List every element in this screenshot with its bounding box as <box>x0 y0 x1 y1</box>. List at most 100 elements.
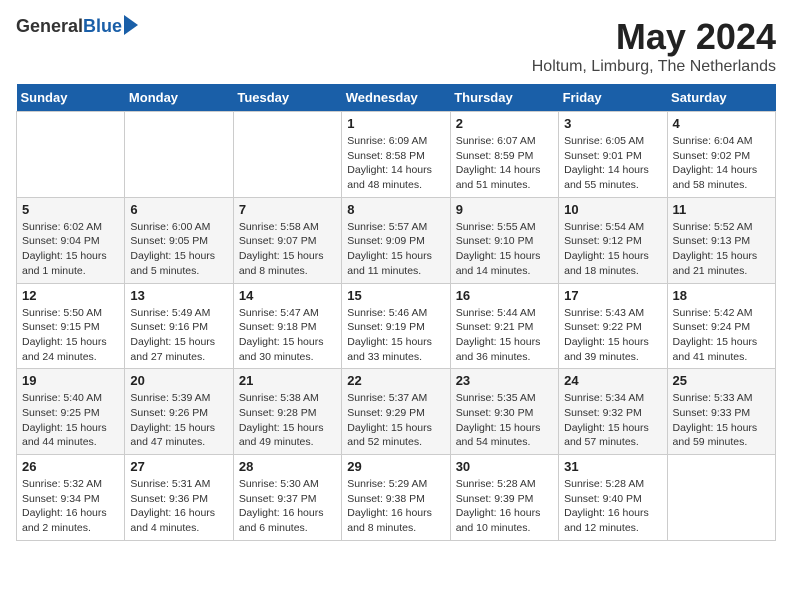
calendar-cell: 26 Sunrise: 5:32 AM Sunset: 9:34 PM Dayli… <box>17 455 125 541</box>
day-info: Sunrise: 6:00 AM Sunset: 9:05 PM Dayligh… <box>130 220 227 279</box>
calendar-cell: 18Sunrise: 5:42 AM Sunset: 9:24 PM Dayli… <box>667 283 775 369</box>
calendar-cell: 3 Sunrise: 6:05 AM Sunset: 9:01 PM Daylig… <box>559 112 667 198</box>
calendar-cell: 12Sunrise: 5:50 AM Sunset: 9:15 PM Dayli… <box>17 283 125 369</box>
calendar-week-1: 1 Sunrise: 6:09 AM Sunset: 8:58 PM Daylig… <box>17 112 776 198</box>
day-number: 1 <box>347 116 444 131</box>
day-info: Sunrise: 6:05 AM Sunset: 9:01 PM Dayligh… <box>564 134 661 193</box>
day-number: 9 <box>456 202 553 217</box>
day-number: 11 <box>673 202 770 217</box>
calendar-cell: 23 Sunrise: 5:35 AM Sunset: 9:30 PM Dayli… <box>450 369 558 455</box>
day-info: Sunrise: 5:40 AM Sunset: 9:25 PM Dayligh… <box>22 391 119 450</box>
calendar-header-sunday: Sunday <box>17 84 125 112</box>
calendar-cell <box>125 112 233 198</box>
day-info: Sunrise: 5:42 AM Sunset: 9:24 PM Dayligh… <box>673 306 770 365</box>
day-info: Sunrise: 5:32 AM Sunset: 9:34 PM Dayligh… <box>22 477 119 536</box>
calendar-cell: 17 Sunrise: 5:43 AM Sunset: 9:22 PM Dayli… <box>559 283 667 369</box>
day-number: 31 <box>564 459 661 474</box>
day-info: Sunrise: 5:50 AM Sunset: 9:15 PM Dayligh… <box>22 306 119 365</box>
month-year-title: May 2024 <box>532 16 776 58</box>
calendar-cell: 31 Sunrise: 5:28 AM Sunset: 9:40 PM Dayli… <box>559 455 667 541</box>
day-number: 25 <box>673 373 770 388</box>
calendar-cell: 6Sunrise: 6:00 AM Sunset: 9:05 PM Daylig… <box>125 197 233 283</box>
day-info: Sunrise: 5:35 AM Sunset: 9:30 PM Dayligh… <box>456 391 553 450</box>
calendar-cell: 30 Sunrise: 5:28 AM Sunset: 9:39 PM Dayli… <box>450 455 558 541</box>
calendar-header-thursday: Thursday <box>450 84 558 112</box>
day-info: Sunrise: 5:52 AM Sunset: 9:13 PM Dayligh… <box>673 220 770 279</box>
calendar-cell: 19 Sunrise: 5:40 AM Sunset: 9:25 PM Dayli… <box>17 369 125 455</box>
calendar-cell: 15 Sunrise: 5:46 AM Sunset: 9:19 PM Dayli… <box>342 283 450 369</box>
day-info: Sunrise: 5:49 AM Sunset: 9:16 PM Dayligh… <box>130 306 227 365</box>
calendar-cell: 8 Sunrise: 5:57 AM Sunset: 9:09 PM Daylig… <box>342 197 450 283</box>
day-number: 15 <box>347 288 444 303</box>
day-number: 19 <box>22 373 119 388</box>
day-info: Sunrise: 6:07 AM Sunset: 8:59 PM Dayligh… <box>456 134 553 193</box>
calendar-cell: 29 Sunrise: 5:29 AM Sunset: 9:38 PM Dayli… <box>342 455 450 541</box>
calendar-cell: 16 Sunrise: 5:44 AM Sunset: 9:21 PM Dayli… <box>450 283 558 369</box>
day-number: 27 <box>130 459 227 474</box>
day-info: Sunrise: 5:44 AM Sunset: 9:21 PM Dayligh… <box>456 306 553 365</box>
day-number: 7 <box>239 202 336 217</box>
page-header: General Blue May 2024 Holtum, Limburg, T… <box>16 16 776 76</box>
day-info: Sunrise: 5:46 AM Sunset: 9:19 PM Dayligh… <box>347 306 444 365</box>
day-number: 24 <box>564 373 661 388</box>
calendar-cell: 7Sunrise: 5:58 AM Sunset: 9:07 PM Daylig… <box>233 197 341 283</box>
day-info: Sunrise: 5:47 AM Sunset: 9:18 PM Dayligh… <box>239 306 336 365</box>
calendar-cell: 11 Sunrise: 5:52 AM Sunset: 9:13 PM Dayli… <box>667 197 775 283</box>
day-number: 10 <box>564 202 661 217</box>
day-number: 20 <box>130 373 227 388</box>
day-info: Sunrise: 5:39 AM Sunset: 9:26 PM Dayligh… <box>130 391 227 450</box>
calendar-cell: 25 Sunrise: 5:33 AM Sunset: 9:33 PM Dayli… <box>667 369 775 455</box>
day-info: Sunrise: 5:33 AM Sunset: 9:33 PM Dayligh… <box>673 391 770 450</box>
day-number: 28 <box>239 459 336 474</box>
calendar-header-friday: Friday <box>559 84 667 112</box>
day-info: Sunrise: 6:09 AM Sunset: 8:58 PM Dayligh… <box>347 134 444 193</box>
calendar-header-saturday: Saturday <box>667 84 775 112</box>
day-info: Sunrise: 5:43 AM Sunset: 9:22 PM Dayligh… <box>564 306 661 365</box>
day-number: 26 <box>22 459 119 474</box>
calendar-cell: 10 Sunrise: 5:54 AM Sunset: 9:12 PM Dayli… <box>559 197 667 283</box>
calendar-cell <box>233 112 341 198</box>
calendar-cell: 13 Sunrise: 5:49 AM Sunset: 9:16 PM Dayli… <box>125 283 233 369</box>
calendar-week-2: 5 Sunrise: 6:02 AM Sunset: 9:04 PM Daylig… <box>17 197 776 283</box>
calendar-cell: 24 Sunrise: 5:34 AM Sunset: 9:32 PM Dayli… <box>559 369 667 455</box>
day-number: 29 <box>347 459 444 474</box>
day-number: 17 <box>564 288 661 303</box>
day-number: 3 <box>564 116 661 131</box>
day-info: Sunrise: 5:28 AM Sunset: 9:40 PM Dayligh… <box>564 477 661 536</box>
day-number: 21 <box>239 373 336 388</box>
calendar-cell: 4 Sunrise: 6:04 AM Sunset: 9:02 PM Daylig… <box>667 112 775 198</box>
day-info: Sunrise: 5:37 AM Sunset: 9:29 PM Dayligh… <box>347 391 444 450</box>
title-section: May 2024 Holtum, Limburg, The Netherland… <box>532 16 776 76</box>
calendar-week-3: 12Sunrise: 5:50 AM Sunset: 9:15 PM Dayli… <box>17 283 776 369</box>
day-info: Sunrise: 5:29 AM Sunset: 9:38 PM Dayligh… <box>347 477 444 536</box>
day-info: Sunrise: 6:02 AM Sunset: 9:04 PM Dayligh… <box>22 220 119 279</box>
day-number: 2 <box>456 116 553 131</box>
calendar-cell <box>17 112 125 198</box>
calendar-cell: 27Sunrise: 5:31 AM Sunset: 9:36 PM Dayli… <box>125 455 233 541</box>
day-number: 16 <box>456 288 553 303</box>
day-number: 30 <box>456 459 553 474</box>
calendar-header-row: SundayMondayTuesdayWednesdayThursdayFrid… <box>17 84 776 112</box>
calendar-table: SundayMondayTuesdayWednesdayThursdayFrid… <box>16 84 776 541</box>
day-number: 22 <box>347 373 444 388</box>
day-info: Sunrise: 6:04 AM Sunset: 9:02 PM Dayligh… <box>673 134 770 193</box>
day-number: 13 <box>130 288 227 303</box>
calendar-cell: 22 Sunrise: 5:37 AM Sunset: 9:29 PM Dayli… <box>342 369 450 455</box>
logo-arrow-icon <box>124 15 138 35</box>
calendar-week-4: 19 Sunrise: 5:40 AM Sunset: 9:25 PM Dayli… <box>17 369 776 455</box>
day-number: 23 <box>456 373 553 388</box>
calendar-cell: 20 Sunrise: 5:39 AM Sunset: 9:26 PM Dayli… <box>125 369 233 455</box>
day-info: Sunrise: 5:54 AM Sunset: 9:12 PM Dayligh… <box>564 220 661 279</box>
calendar-week-5: 26 Sunrise: 5:32 AM Sunset: 9:34 PM Dayli… <box>17 455 776 541</box>
day-info: Sunrise: 5:38 AM Sunset: 9:28 PM Dayligh… <box>239 391 336 450</box>
day-info: Sunrise: 5:28 AM Sunset: 9:39 PM Dayligh… <box>456 477 553 536</box>
day-info: Sunrise: 5:34 AM Sunset: 9:32 PM Dayligh… <box>564 391 661 450</box>
day-number: 8 <box>347 202 444 217</box>
calendar-cell: 5 Sunrise: 6:02 AM Sunset: 9:04 PM Daylig… <box>17 197 125 283</box>
day-info: Sunrise: 5:57 AM Sunset: 9:09 PM Dayligh… <box>347 220 444 279</box>
day-number: 4 <box>673 116 770 131</box>
day-number: 5 <box>22 202 119 217</box>
calendar-header-tuesday: Tuesday <box>233 84 341 112</box>
logo: General Blue <box>16 16 138 37</box>
calendar-header-wednesday: Wednesday <box>342 84 450 112</box>
